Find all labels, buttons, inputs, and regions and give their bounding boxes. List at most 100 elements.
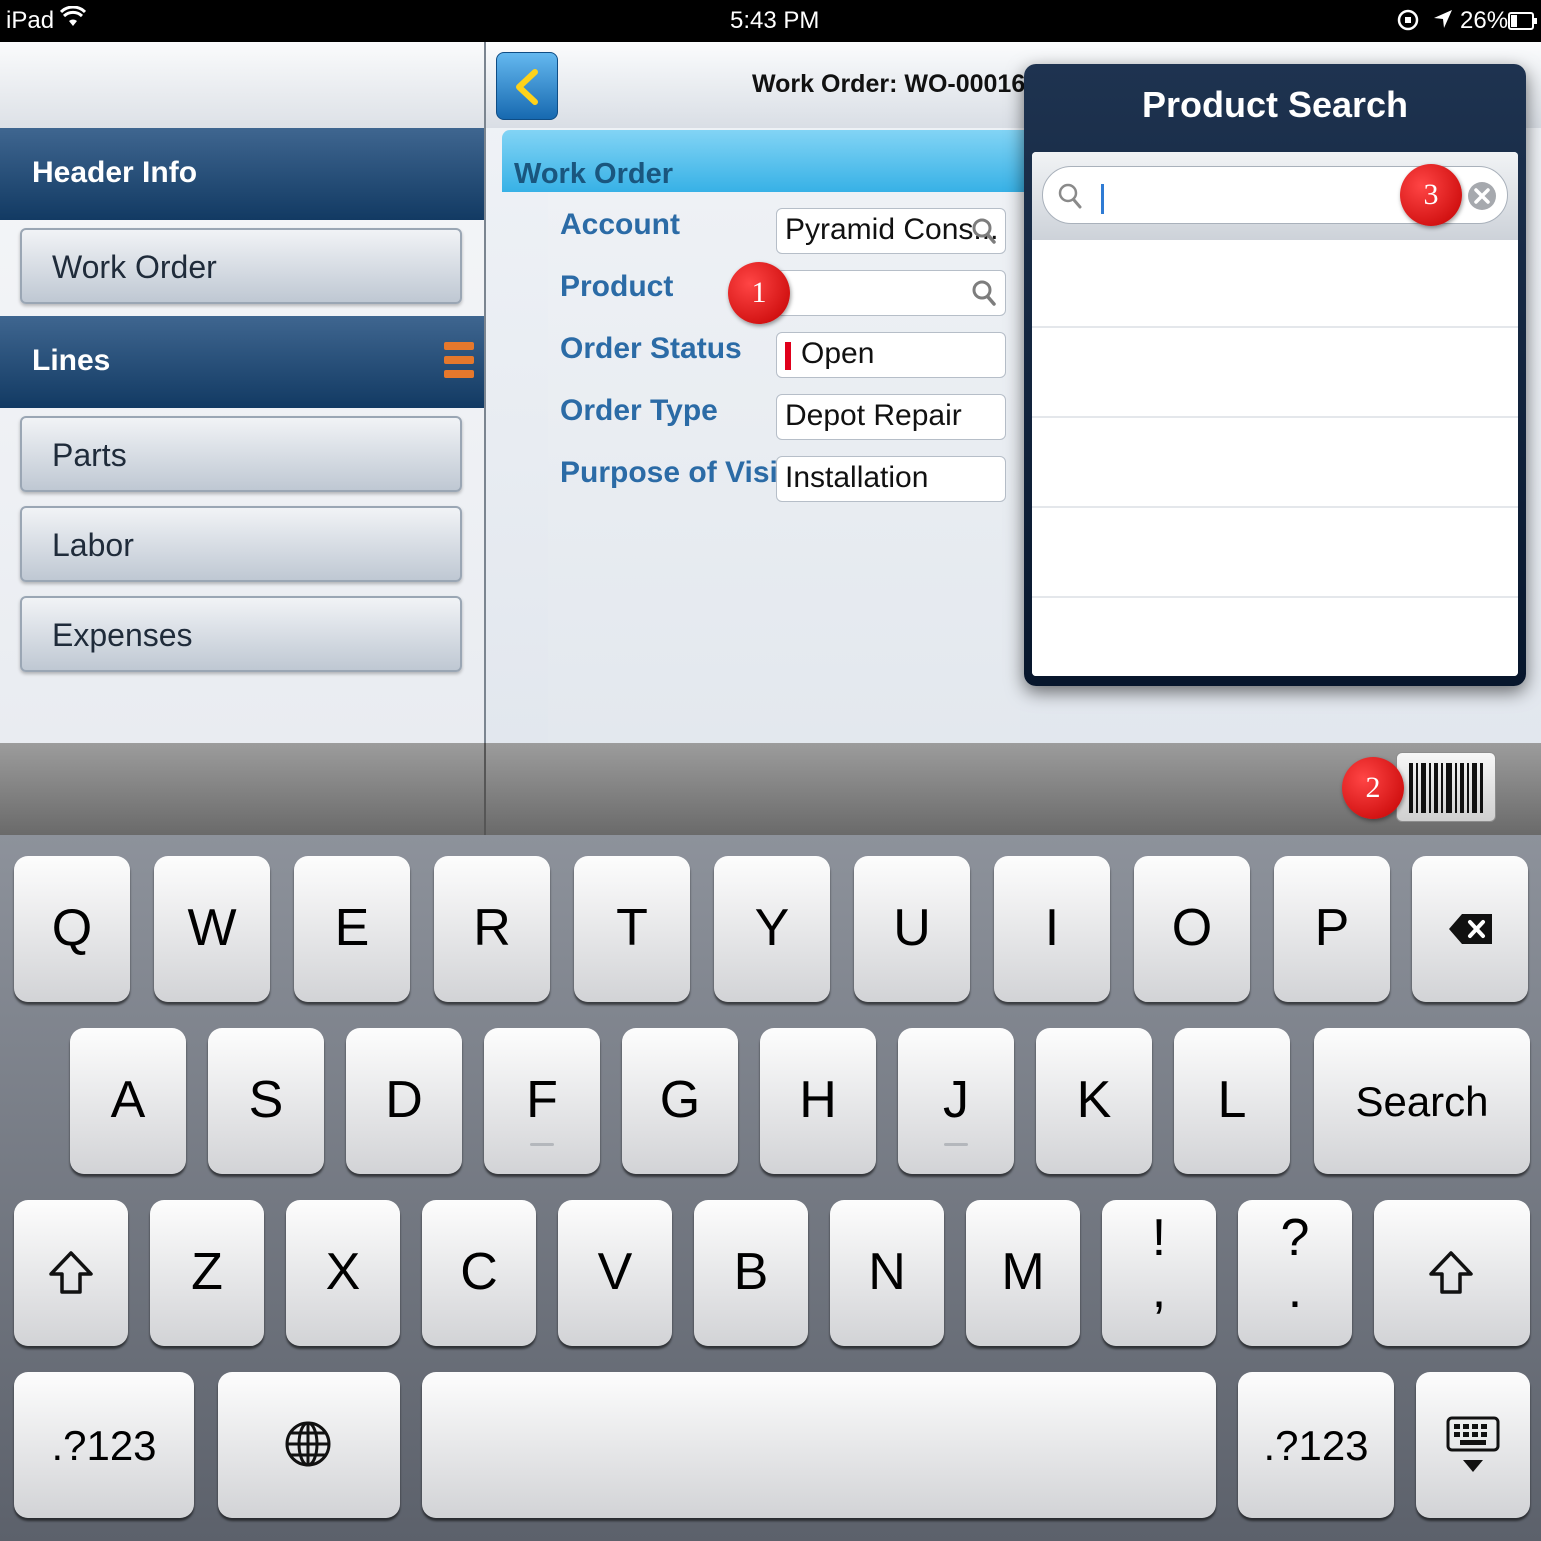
key-c[interactable]: C [422, 1200, 536, 1346]
key-h[interactable]: H [760, 1028, 876, 1174]
sidebar-item-work-order[interactable]: Work Order [20, 228, 462, 304]
battery-icon [1508, 10, 1538, 38]
page-title: Work Order: WO-00016811 [752, 70, 1066, 98]
key-d[interactable]: D [346, 1028, 462, 1174]
key-v[interactable]: V [558, 1200, 672, 1346]
key-m[interactable]: M [966, 1200, 1080, 1346]
key-p[interactable]: P [1274, 856, 1390, 1002]
key-exclamation-comma[interactable]: !, [1102, 1200, 1216, 1346]
section-header-info: Header Info [0, 128, 484, 220]
purpose-of-visit-value: Installation [785, 461, 929, 494]
order-status-field[interactable]: Open [776, 332, 1006, 378]
rotation-lock-icon [1396, 8, 1420, 39]
account-value: Pyramid Cons... [785, 213, 999, 246]
status-bar: iPad 5:43 PM 26% [0, 0, 1541, 42]
list-item[interactable] [1032, 240, 1518, 328]
globe-key[interactable] [218, 1372, 400, 1518]
list-item[interactable] [1032, 420, 1518, 508]
clock: 5:43 PM [730, 7, 820, 34]
key-r[interactable]: R [434, 856, 550, 1002]
popover-body [1032, 152, 1518, 676]
key-u[interactable]: U [854, 856, 970, 1002]
key-x[interactable]: X [286, 1200, 400, 1346]
order-status-value: Open [801, 337, 875, 370]
product-search-popover: Product Search [1024, 64, 1526, 686]
device-name: iPad [6, 7, 55, 34]
key-e[interactable]: E [294, 856, 410, 1002]
callout-badge-1: 1 [728, 262, 790, 324]
required-indicator [785, 342, 791, 370]
list-item[interactable] [1032, 510, 1518, 598]
list-item[interactable] [1032, 330, 1518, 418]
key-s[interactable]: S [208, 1028, 324, 1174]
numbers-key-left[interactable]: .?123 [14, 1372, 194, 1518]
key-q[interactable]: Q [14, 856, 130, 1002]
order-type-label: Order Type [560, 394, 718, 427]
shift-icon [1429, 1251, 1473, 1294]
search-icon[interactable] [971, 217, 997, 245]
space-key[interactable] [422, 1372, 1216, 1518]
keyboard-accessory-bar [0, 743, 1541, 835]
key-a[interactable]: A [70, 1028, 186, 1174]
product-field[interactable] [776, 270, 1006, 316]
key-z[interactable]: Z [150, 1200, 264, 1346]
key-k[interactable]: K [1036, 1028, 1152, 1174]
order-status-label: Order Status [560, 332, 742, 365]
back-button[interactable] [496, 52, 558, 120]
shift-key-right[interactable] [1374, 1200, 1530, 1346]
menu-icon[interactable] [444, 342, 474, 382]
home-key-nub [530, 1143, 554, 1146]
account-label: Account [560, 208, 680, 241]
globe-icon [285, 1421, 331, 1467]
home-key-nub [944, 1143, 968, 1146]
order-type-field[interactable]: Depot Repair [776, 394, 1006, 440]
accessory-divider [484, 743, 486, 835]
order-type-value: Depot Repair [785, 399, 962, 432]
clear-icon[interactable] [1467, 181, 1497, 211]
callout-badge-2: 2 [1342, 757, 1404, 819]
sidebar-item-labor[interactable]: Labor [20, 506, 462, 582]
key-l[interactable]: L [1174, 1028, 1290, 1174]
key-j[interactable]: J [898, 1028, 1014, 1174]
barcode-scan-button[interactable] [1396, 752, 1496, 822]
shift-key-left[interactable] [14, 1200, 128, 1346]
sidebar-item-expenses[interactable]: Expenses [20, 596, 462, 672]
barcode-icon [1409, 763, 1483, 813]
hide-keyboard-icon [1446, 1416, 1500, 1472]
key-g[interactable]: G [622, 1028, 738, 1174]
key-question-period[interactable]: ?. [1238, 1200, 1352, 1346]
key-b[interactable]: B [694, 1200, 808, 1346]
work-order-section-tab: Work Order [502, 130, 1042, 192]
hide-keyboard-key[interactable] [1416, 1372, 1530, 1518]
shift-icon [49, 1251, 93, 1294]
split-divider [484, 42, 486, 832]
chevron-left-icon [516, 69, 538, 105]
product-label: Product [560, 270, 674, 303]
key-t[interactable]: T [574, 856, 690, 1002]
popover-title: Product Search [1141, 84, 1409, 125]
key-o[interactable]: O [1134, 856, 1250, 1002]
battery-percent: 26% [1460, 7, 1509, 34]
sidebar-item-parts[interactable]: Parts [20, 416, 462, 492]
account-field[interactable]: Pyramid Cons... [776, 208, 1006, 254]
key-f[interactable]: F [484, 1028, 600, 1174]
backspace-key[interactable] [1412, 856, 1528, 1002]
location-icon [1432, 8, 1454, 37]
backspace-icon [1449, 914, 1492, 944]
list-item[interactable] [1032, 600, 1518, 676]
search-key[interactable]: Search [1314, 1028, 1530, 1174]
section-lines: Lines [0, 316, 484, 408]
wifi-icon [59, 5, 87, 35]
callout-badge-3: 3 [1400, 164, 1462, 226]
numbers-key-right[interactable]: .?123 [1238, 1372, 1394, 1518]
purpose-of-visit-field[interactable]: Installation [776, 456, 1006, 502]
search-icon [1058, 183, 1082, 209]
sidebar-toolbar [0, 42, 484, 128]
purpose-of-visit-label: Purpose of Visit [560, 456, 788, 489]
key-w[interactable]: W [154, 856, 270, 1002]
key-i[interactable]: I [994, 856, 1110, 1002]
key-y[interactable]: Y [714, 856, 830, 1002]
text-cursor [1101, 184, 1104, 214]
search-icon[interactable] [971, 279, 997, 307]
key-n[interactable]: N [830, 1200, 944, 1346]
